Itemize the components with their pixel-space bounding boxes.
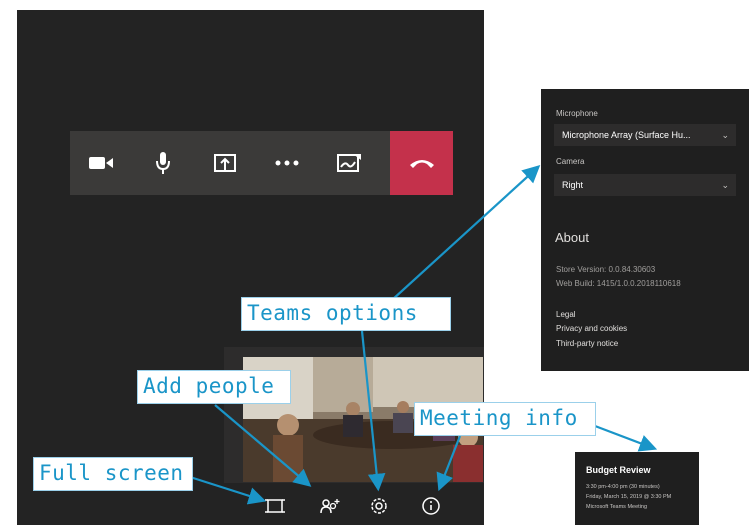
hang-up-icon [409,160,434,168]
teams-options-callout: Teams options [241,297,451,331]
camera-label: Camera [556,157,585,166]
camera-icon [89,157,113,169]
settings-button[interactable] [364,491,394,521]
add-people-callout: Add people [137,370,291,404]
more-options-icon [275,160,299,166]
teams-options-panel: Microphone Microphone Array (Surface Hu.… [541,89,749,371]
web-build: Web Build: 1415/1.0.0.2018110618 [556,279,681,288]
microphone-dropdown[interactable]: Microphone Array (Surface Hu... ⌄ [554,124,736,146]
chevron-down-icon: ⌄ [721,180,729,190]
whiteboard-button[interactable] [318,131,380,195]
meeting-info-callout: Meeting info [414,402,596,436]
info-icon [422,497,440,515]
microphone-label: Microphone [556,109,598,118]
microphone-icon [156,152,170,174]
meeting-time: 3:30 pm-4:00 pm (30 minutes) [586,484,660,490]
camera-toggle-button[interactable] [70,131,132,195]
privacy-link[interactable]: Privacy and cookies [556,324,627,333]
whiteboard-icon [337,154,361,172]
more-options-button[interactable] [256,131,318,195]
meeting-type: Microsoft Teams Meeting [586,504,648,510]
settings-gear-icon [371,498,387,514]
add-people-button[interactable] [315,491,345,521]
call-control-bar [70,131,453,195]
share-screen-icon [214,154,236,172]
camera-value: Right [562,180,584,190]
add-people-icon [320,499,340,514]
third-party-notice-link[interactable]: Third-party notice [556,339,618,348]
about-heading: About [555,230,589,245]
store-version: Store Version: 0.0.84.30603 [556,265,656,274]
meeting-info-button[interactable] [416,491,446,521]
meeting-info-card: Budget Review 3:30 pm-4:00 pm (30 minute… [575,452,699,525]
microphone-value: Microphone Array (Surface Hu... [562,130,691,140]
chevron-down-icon: ⌄ [721,130,729,140]
meeting-bottom-bar [256,491,456,521]
microphone-toggle-button[interactable] [132,131,194,195]
full-screen-button[interactable] [260,491,290,521]
meeting-title: Budget Review [586,465,651,475]
hang-up-button[interactable] [390,131,453,195]
share-screen-button[interactable] [194,131,256,195]
legal-link[interactable]: Legal [556,310,576,319]
camera-dropdown[interactable]: Right ⌄ [554,174,736,196]
meeting-date: Friday, March 15, 2019 @ 3:30 PM [586,494,672,500]
full-screen-callout: Full screen [33,457,193,491]
full-screen-icon [265,499,285,513]
